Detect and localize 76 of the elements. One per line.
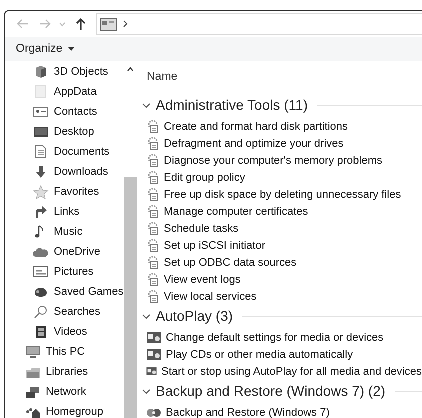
group-title[interactable]: AutoPlay (3): [156, 308, 234, 324]
organize-button[interactable]: Organize: [13, 41, 78, 57]
media-player-icon: [146, 348, 162, 361]
contact-card-icon: [33, 105, 49, 119]
control-panel-item[interactable]: Free up disk space by deleting unnecessary files: [164, 188, 402, 200]
control-panel-item[interactable]: Set up ODBC data sources: [164, 256, 297, 268]
sidebar-item[interactable]: Pictures: [54, 266, 94, 278]
admin-tools-icon: [146, 120, 160, 134]
control-panel-item[interactable]: View local services: [164, 290, 257, 302]
blank-folder-icon: [33, 85, 49, 99]
star-icon: [33, 185, 49, 199]
sidebar-item[interactable]: Documents: [54, 146, 110, 158]
up-arrow-icon[interactable]: [76, 18, 86, 30]
admin-tools-icon: [146, 272, 160, 286]
document-icon: [33, 145, 49, 159]
sidebar-item[interactable]: Downloads: [54, 166, 108, 178]
control-panel-icon: [100, 18, 117, 30]
sidebar-item[interactable]: Contacts: [54, 106, 98, 118]
search-icon: [33, 305, 49, 319]
group-chevron-icon[interactable]: [142, 100, 151, 110]
control-panel-item[interactable]: Schedule tasks: [164, 222, 239, 234]
admin-tools-icon: [146, 170, 160, 184]
admin-tools-icon: [146, 238, 160, 252]
admin-tools-icon: [146, 154, 160, 168]
control-panel-item[interactable]: Play CDs or other media automatically: [166, 348, 354, 360]
admin-tools-icon: [146, 222, 160, 236]
game-piece-icon: [33, 285, 49, 299]
group-chevron-icon[interactable]: [142, 312, 151, 320]
admin-tools-icon: [146, 188, 160, 202]
control-panel-item[interactable]: Start or stop using AutoPlay for all media and devices: [162, 366, 422, 378]
control-panel-item[interactable]: Defragment and optimize your drives: [164, 138, 344, 150]
breadcrumb-chevron-icon[interactable]: [123, 20, 128, 28]
sidebar-item[interactable]: Links: [54, 206, 80, 218]
group-title[interactable]: Administrative Tools (11): [156, 97, 308, 113]
control-panel-item[interactable]: Diagnose your computer's memory problems: [164, 154, 383, 166]
download-arrow-icon: [33, 165, 49, 179]
sidebar-item[interactable]: Searches: [54, 306, 100, 318]
sidebar-item[interactable]: 3D Objects: [54, 66, 108, 78]
admin-tools-icon: [146, 290, 160, 304]
monitor-icon: [25, 345, 41, 359]
control-panel-item[interactable]: View event logs: [164, 274, 241, 286]
admin-tools-icon: [146, 204, 160, 218]
control-panel-item[interactable]: Create and format hard disk partitions: [164, 120, 348, 132]
media-player-icon: [146, 365, 158, 378]
link-arrow-icon: [33, 205, 49, 219]
sidebar-item[interactable]: AppData: [54, 86, 97, 98]
cube-icon: [33, 65, 49, 79]
library-folder-icon: [25, 365, 41, 379]
admin-tools-icon: [146, 136, 160, 150]
control-panel-item[interactable]: Set up iSCSI initiator: [164, 240, 266, 252]
sidebar-item[interactable]: OneDrive: [54, 246, 100, 258]
scrollbar-thumb[interactable]: [124, 177, 137, 418]
sidebar-item[interactable]: Saved Games: [54, 286, 124, 298]
film-icon: [33, 325, 49, 339]
group-title[interactable]: Backup and Restore (Windows 7) (2): [156, 383, 386, 399]
dropdown-caret-icon: [68, 47, 75, 51]
media-player-icon: [146, 331, 162, 344]
desktop-icon: [33, 125, 49, 139]
control-panel-item[interactable]: Backup and Restore (Windows 7): [166, 406, 330, 418]
name-column-header[interactable]: Name: [142, 66, 422, 88]
admin-tools-icon: [146, 256, 160, 270]
sidebar-item[interactable]: Libraries: [46, 366, 88, 378]
sidebar-item[interactable]: Homegroup: [46, 406, 104, 418]
sidebar-item[interactable]: Music: [54, 226, 83, 238]
sidebar-item[interactable]: Favorites: [54, 186, 100, 198]
control-panel-item[interactable]: Manage computer certificates: [164, 206, 308, 218]
control-panel-item[interactable]: Change default settings for media or devices: [166, 332, 384, 344]
picture-frame-icon: [33, 265, 49, 279]
sidebar-item[interactable]: Videos: [54, 326, 88, 338]
control-panel-item[interactable]: Edit group policy: [164, 172, 246, 184]
group-chevron-icon[interactable]: [142, 386, 151, 396]
network-icon: [25, 385, 41, 399]
sidebar-item[interactable]: Desktop: [54, 126, 94, 138]
sidebar-item[interactable]: Network: [46, 386, 86, 398]
scroll-up-icon[interactable]: [126, 67, 134, 72]
sidebar-item[interactable]: This PC: [46, 346, 86, 358]
